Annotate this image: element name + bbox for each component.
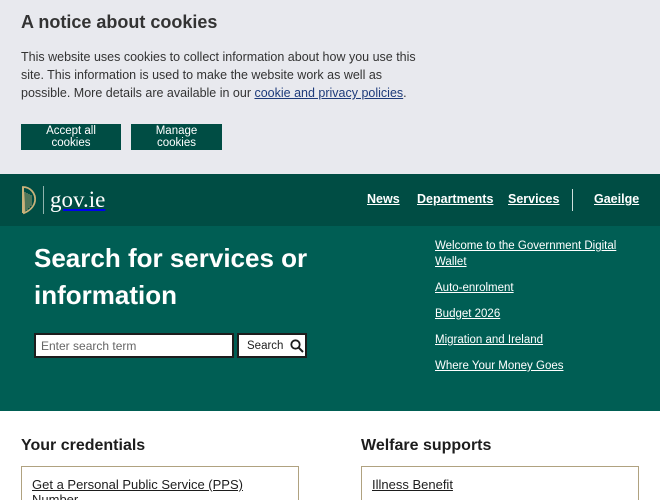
harp-icon xyxy=(22,186,36,215)
site-header: gov.ie News Departments Services Gaeilge xyxy=(0,174,660,226)
quick-links: Welcome to the Government Digital Wallet… xyxy=(435,238,625,384)
search-button-label: Search xyxy=(247,339,284,352)
link-money-goes[interactable]: Where Your Money Goes xyxy=(435,360,564,372)
link-budget-2026[interactable]: Budget 2026 xyxy=(435,308,500,320)
nav-divider xyxy=(572,189,573,211)
manage-cookies-button[interactable]: Manage cookies xyxy=(131,124,222,150)
link-digital-wallet[interactable]: Welcome to the Government Digital Wallet xyxy=(435,240,616,268)
quick-link-item: Migration and Ireland xyxy=(435,332,625,348)
nav-gaeilge[interactable]: Gaeilge xyxy=(594,192,639,206)
card-pps-number[interactable]: Get a Personal Public Service (PPS) Numb… xyxy=(21,466,299,500)
logo-text: gov.ie xyxy=(50,187,106,212)
quick-link-item: Auto-enrolment xyxy=(435,280,625,296)
nav-departments[interactable]: Departments xyxy=(417,192,493,206)
search-input[interactable] xyxy=(34,333,234,358)
cookie-banner-text: This website uses cookies to collect inf… xyxy=(21,50,416,100)
logo-divider xyxy=(43,186,44,214)
cookie-policy-link[interactable]: cookie and privacy policies xyxy=(254,86,403,100)
quick-link-item: Welcome to the Government Digital Wallet xyxy=(435,238,625,270)
link-auto-enrolment[interactable]: Auto-enrolment xyxy=(435,282,514,294)
quick-link-item: Where Your Money Goes xyxy=(435,358,625,374)
section-title-credentials: Your credentials xyxy=(21,437,146,454)
card-illness-benefit[interactable]: Illness Benefit xyxy=(361,466,639,500)
hero-title: Search for services or information xyxy=(34,243,308,310)
quick-link-item: Budget 2026 xyxy=(435,306,625,322)
accept-cookies-button[interactable]: Accept all cookies xyxy=(21,124,121,150)
hero: Search for services or information Searc… xyxy=(0,226,660,411)
cookie-banner-title: A notice about cookies xyxy=(21,12,218,32)
search-button[interactable]: Search xyxy=(237,333,307,358)
search-icon xyxy=(290,338,305,353)
cookie-banner: A notice about cookies This website uses… xyxy=(0,0,660,174)
section-title-welfare: Welfare supports xyxy=(361,437,492,454)
nav-news[interactable]: News xyxy=(367,192,400,206)
link-migration[interactable]: Migration and Ireland xyxy=(435,334,543,346)
gov-ie-logo[interactable]: gov.ie xyxy=(20,184,105,216)
nav-services[interactable]: Services xyxy=(508,192,559,206)
